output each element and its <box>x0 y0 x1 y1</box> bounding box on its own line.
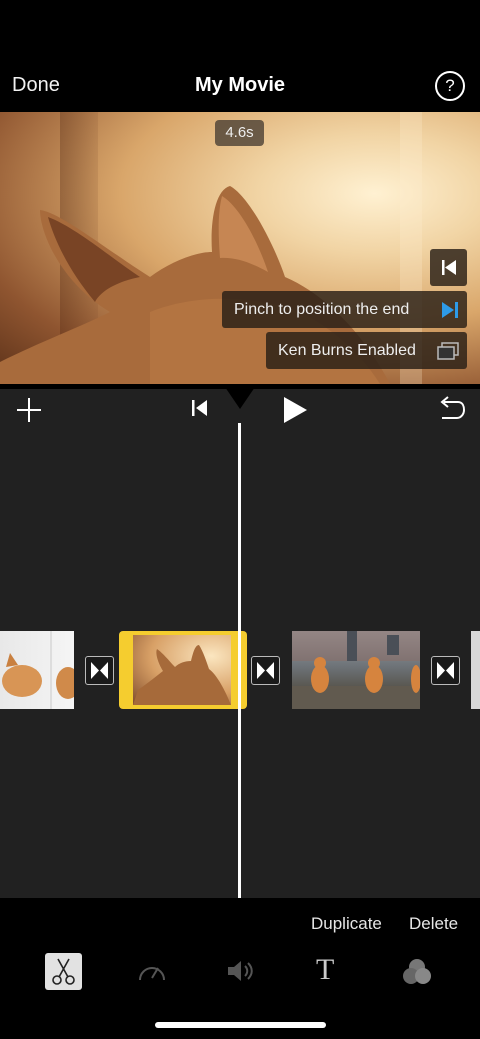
skip-to-start-icon <box>442 260 456 275</box>
skip-to-start-icon[interactable] <box>189 398 211 418</box>
volume-icon[interactable] <box>225 957 257 985</box>
speedometer-icon[interactable] <box>136 956 168 986</box>
playhead <box>238 423 241 899</box>
clip-thumbnail <box>292 631 420 709</box>
set-start-button[interactable] <box>430 249 467 286</box>
filters-icon[interactable] <box>401 957 433 987</box>
timeline-clip-street-cat[interactable] <box>292 631 420 709</box>
timeline-clip-next[interactable] <box>471 631 480 709</box>
play-icon[interactable] <box>281 396 309 424</box>
plus-icon[interactable] <box>15 396 43 424</box>
transition-button[interactable] <box>85 656 114 685</box>
transition-icon <box>257 662 274 679</box>
help-button[interactable]: ? <box>435 71 465 101</box>
skip-to-end-icon <box>442 302 458 318</box>
transition-button[interactable] <box>431 656 460 685</box>
playhead-notch <box>225 387 255 409</box>
timeline-clip-selected[interactable] <box>119 631 247 709</box>
ken-burns-label: Ken Burns Enabled <box>278 342 416 359</box>
actions-tool-button[interactable] <box>45 953 82 990</box>
timeline-clip-cats-white[interactable] <box>0 631 74 709</box>
transition-icon <box>437 662 454 679</box>
transition-button[interactable] <box>251 656 280 685</box>
delete-button[interactable]: Delete <box>409 914 458 934</box>
home-indicator[interactable] <box>155 1022 326 1028</box>
pinch-hint-label: Pinch to position the end <box>234 301 410 318</box>
clip-duration-badge: 4.6s <box>215 120 264 146</box>
transition-icon <box>91 662 108 679</box>
title-icon[interactable]: T <box>316 953 334 987</box>
undo-icon[interactable] <box>436 396 466 422</box>
duplicate-button[interactable]: Duplicate <box>311 914 382 934</box>
ken-burns-icon <box>437 342 459 360</box>
selected-clip-thumbnail <box>133 635 231 705</box>
project-title: My Movie <box>194 74 286 96</box>
scissors-icon <box>52 958 75 985</box>
pinch-position-hint[interactable]: Pinch to position the end <box>222 291 467 328</box>
ken-burns-toggle[interactable]: Ken Burns Enabled <box>266 332 467 369</box>
clip-thumbnail <box>2 631 74 709</box>
